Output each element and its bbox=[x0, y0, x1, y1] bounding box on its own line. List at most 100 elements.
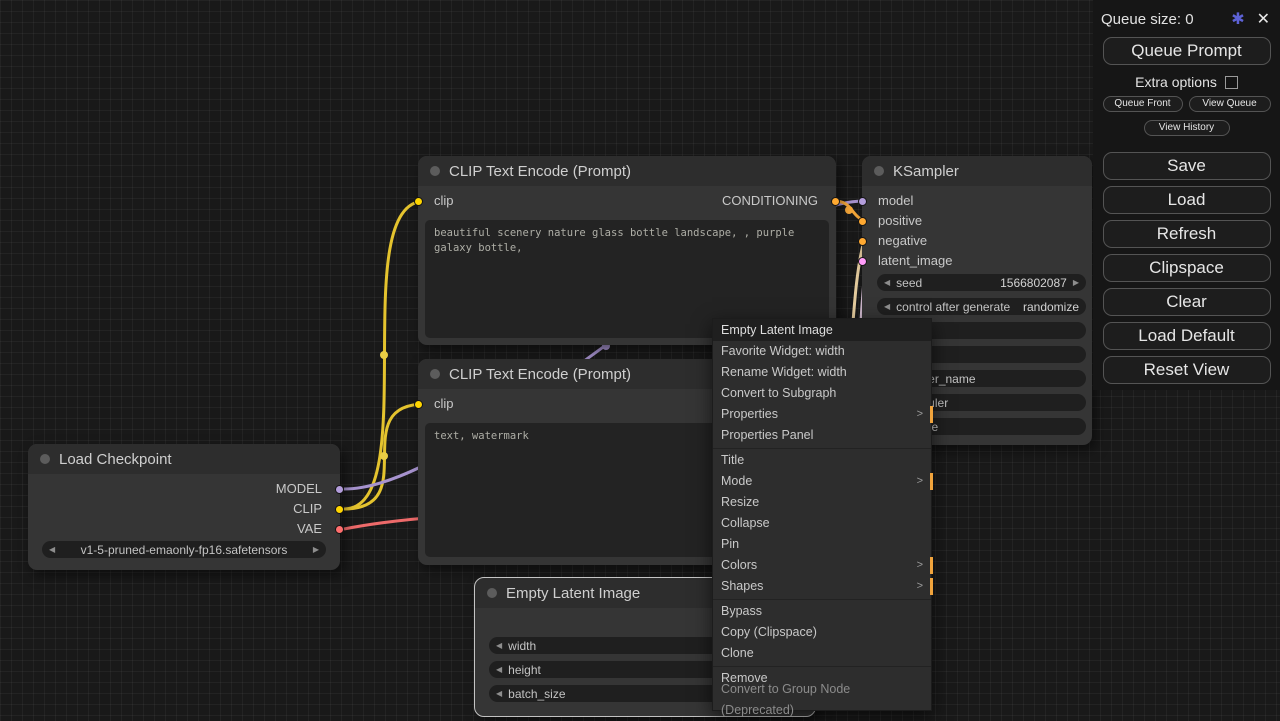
node-context-menu: Empty Latent Image Favorite Widget: widt… bbox=[712, 318, 932, 711]
menu-item-resize[interactable]: Resize bbox=[713, 492, 931, 513]
submenu-arrow-icon: > bbox=[917, 555, 923, 576]
seed-widget[interactable]: ◀ seed 1566802087 ▶ bbox=[877, 274, 1086, 291]
menu-item-mode[interactable]: Mode > bbox=[713, 471, 931, 492]
node-header[interactable]: KSampler bbox=[862, 156, 1092, 186]
seed-value: 1566802087 bbox=[1000, 276, 1067, 290]
output-dot-vae[interactable] bbox=[335, 525, 344, 534]
control-label: control after generate bbox=[896, 300, 1010, 314]
ckpt-name-combo[interactable]: ◀ v1-5-pruned-emaonly-fp16.safetensors ▶ bbox=[42, 541, 326, 558]
menu-item-properties-panel[interactable]: Properties Panel bbox=[713, 425, 931, 446]
menu-item-pin[interactable]: Pin bbox=[713, 534, 931, 555]
input-dot-clip[interactable] bbox=[414, 400, 423, 409]
wire-midpoint-dot bbox=[380, 351, 388, 359]
ckpt-name-value: v1-5-pruned-emaonly-fp16.safetensors bbox=[61, 543, 307, 557]
left-arrow-icon[interactable]: ◀ bbox=[884, 278, 890, 287]
input-dot-latent-image[interactable] bbox=[858, 257, 867, 266]
menu-separator bbox=[713, 448, 931, 449]
menu-item-label: Shapes bbox=[721, 576, 763, 597]
node-title: CLIP Text Encode (Prompt) bbox=[449, 163, 631, 180]
collapse-dot-icon[interactable] bbox=[430, 369, 440, 379]
context-menu-title: Empty Latent Image bbox=[713, 319, 931, 341]
menu-item-shapes[interactable]: Shapes > bbox=[713, 576, 931, 597]
node-clip-text-encode-positive[interactable]: CLIP Text Encode (Prompt) clip CONDITION… bbox=[418, 156, 836, 345]
close-icon[interactable]: ✕ bbox=[1257, 9, 1270, 29]
menu-item-label: Colors bbox=[721, 555, 757, 576]
menu-separator bbox=[713, 666, 931, 667]
menu-item-label: Mode bbox=[721, 471, 752, 492]
settings-icon[interactable]: ✱ bbox=[1231, 9, 1244, 29]
node-title: CLIP Text Encode (Prompt) bbox=[449, 366, 631, 383]
menu-item-bypass[interactable]: Bypass bbox=[713, 601, 931, 622]
menu-item-clone[interactable]: Clone bbox=[713, 643, 931, 664]
refresh-button[interactable]: Refresh bbox=[1103, 220, 1271, 248]
input-label-negative: negative bbox=[878, 233, 927, 249]
output-dot-clip[interactable] bbox=[335, 505, 344, 514]
collapse-dot-icon[interactable] bbox=[487, 588, 497, 598]
input-label-model: model bbox=[878, 193, 913, 209]
output-label-vae: VAE bbox=[297, 521, 322, 537]
submenu-indicator bbox=[930, 578, 933, 595]
collapse-dot-icon[interactable] bbox=[430, 166, 440, 176]
collapse-dot-icon[interactable] bbox=[40, 454, 50, 464]
menu-item-title[interactable]: Title bbox=[713, 450, 931, 471]
output-label-clip: CLIP bbox=[293, 501, 322, 517]
output-dot-conditioning[interactable] bbox=[831, 197, 840, 206]
right-arrow-icon[interactable]: ▶ bbox=[1073, 278, 1079, 287]
queue-prompt-button[interactable]: Queue Prompt bbox=[1103, 37, 1271, 65]
input-label-latent-image: latent_image bbox=[878, 253, 952, 269]
node-header[interactable]: CLIP Text Encode (Prompt) bbox=[418, 156, 836, 186]
output-label-conditioning: CONDITIONING bbox=[722, 193, 818, 209]
control-after-generate-widget[interactable]: ◀ control after generate randomize bbox=[877, 298, 1086, 315]
menu-item-favorite-widget[interactable]: Favorite Widget: width bbox=[713, 341, 931, 362]
queue-size-label: Queue size: 0 bbox=[1101, 11, 1194, 28]
seed-label: seed bbox=[896, 276, 922, 290]
output-label-model: MODEL bbox=[276, 481, 322, 497]
menu-item-convert-to-group-node[interactable]: Convert to Group Node (Deprecated) bbox=[713, 689, 931, 710]
menu-item-collapse[interactable]: Collapse bbox=[713, 513, 931, 534]
menu-item-copy-clipspace[interactable]: Copy (Clipspace) bbox=[713, 622, 931, 643]
menu-item-rename-widget[interactable]: Rename Widget: width bbox=[713, 362, 931, 383]
extra-options-checkbox[interactable] bbox=[1225, 76, 1238, 89]
collapse-dot-icon[interactable] bbox=[874, 166, 884, 176]
clipspace-button[interactable]: Clipspace bbox=[1103, 254, 1271, 282]
left-arrow-icon[interactable]: ◀ bbox=[496, 689, 502, 698]
submenu-indicator bbox=[930, 406, 933, 423]
submenu-indicator bbox=[930, 473, 933, 490]
left-arrow-icon[interactable]: ◀ bbox=[884, 302, 890, 311]
submenu-arrow-icon: > bbox=[917, 404, 923, 425]
node-load-checkpoint[interactable]: Load Checkpoint MODEL CLIP VAE ◀ v1-5-pr… bbox=[28, 444, 340, 570]
clear-button[interactable]: Clear bbox=[1103, 288, 1271, 316]
queue-front-button[interactable]: Queue Front bbox=[1103, 96, 1183, 112]
input-dot-negative[interactable] bbox=[858, 237, 867, 246]
submenu-arrow-icon: > bbox=[917, 576, 923, 597]
height-label: height bbox=[508, 663, 541, 677]
input-dot-positive[interactable] bbox=[858, 217, 867, 226]
right-arrow-icon[interactable]: ▶ bbox=[313, 545, 319, 554]
output-dot-model[interactable] bbox=[335, 485, 344, 494]
menu-item-properties[interactable]: Properties > bbox=[713, 404, 931, 425]
comfy-menu-panel: Queue size: 0 ✱ ✕ Queue Prompt Extra opt… bbox=[1093, 0, 1280, 390]
reset-view-button[interactable]: Reset View bbox=[1103, 356, 1271, 384]
input-label-positive: positive bbox=[878, 213, 922, 229]
submenu-indicator bbox=[930, 557, 933, 574]
wire-midpoint-dot bbox=[380, 452, 388, 460]
load-default-button[interactable]: Load Default bbox=[1103, 322, 1271, 350]
wire-midpoint-dot bbox=[845, 206, 853, 214]
left-arrow-icon[interactable]: ◀ bbox=[496, 665, 502, 674]
input-label-clip: clip bbox=[434, 193, 454, 209]
node-header[interactable]: Load Checkpoint bbox=[28, 444, 340, 474]
load-button[interactable]: Load bbox=[1103, 186, 1271, 214]
menu-item-colors[interactable]: Colors > bbox=[713, 555, 931, 576]
input-dot-model[interactable] bbox=[858, 197, 867, 206]
view-history-button[interactable]: View History bbox=[1144, 120, 1230, 136]
width-label: width bbox=[508, 639, 536, 653]
left-arrow-icon[interactable]: ◀ bbox=[49, 545, 55, 554]
control-value: randomize bbox=[1023, 300, 1079, 314]
input-dot-clip[interactable] bbox=[414, 197, 423, 206]
view-queue-button[interactable]: View Queue bbox=[1189, 96, 1271, 112]
left-arrow-icon[interactable]: ◀ bbox=[496, 641, 502, 650]
extra-options-label: Extra options bbox=[1135, 74, 1217, 90]
node-title: Empty Latent Image bbox=[506, 585, 640, 602]
menu-item-convert-to-subgraph[interactable]: Convert to Subgraph bbox=[713, 383, 931, 404]
save-button[interactable]: Save bbox=[1103, 152, 1271, 180]
